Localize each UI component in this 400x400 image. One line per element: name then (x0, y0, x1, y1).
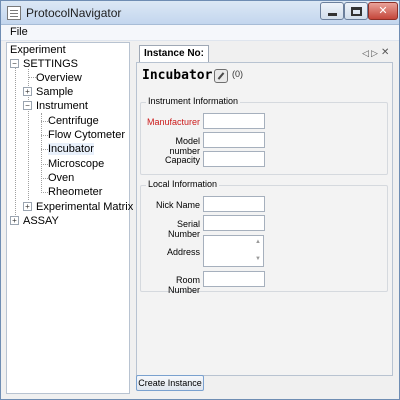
tree-item-rheometer[interactable]: Rheometer (48, 186, 102, 198)
address-label: Address (166, 247, 200, 257)
create-instance-button[interactable]: Create Instance (136, 375, 204, 391)
app-window: ProtocolNavigator ✕ File Experiment − SE… (0, 0, 400, 400)
scroll-up-icon[interactable]: ▲ (255, 239, 261, 245)
tree-connector (41, 149, 48, 150)
local-information-group: Local Information Nick Name Serial Numbe… (140, 179, 388, 295)
tab-close-icon[interactable]: ✕ (381, 47, 389, 58)
tree-item-oven[interactable]: Oven (48, 172, 74, 184)
group-legend: Local Information (146, 179, 220, 189)
tree-item-experimental-matrix[interactable]: Experimental Matrix (36, 201, 133, 213)
close-button[interactable]: ✕ (368, 2, 398, 20)
edit-count: (0) (232, 69, 243, 79)
menu-bar: File (1, 25, 399, 41)
serial-number-field[interactable] (203, 215, 265, 231)
nick-name-label: Nick Name (155, 200, 200, 210)
window-title: ProtocolNavigator (26, 6, 122, 20)
tab-scroll-left-icon[interactable]: ◁ (362, 48, 369, 59)
tree-connector (41, 113, 42, 193)
collapse-icon[interactable]: − (10, 59, 19, 68)
room-number-field[interactable] (203, 271, 265, 287)
detail-panel: Instance No: 1 ◁ ▷ ✕ Incubator (0) Instr… (133, 42, 395, 394)
tree-item-centrifuge[interactable]: Centrifuge (48, 115, 99, 127)
instance-form: Incubator (0) Instrument Information Man… (136, 62, 393, 376)
capacity-field[interactable] (203, 151, 265, 167)
tree-item-overview[interactable]: Overview (36, 72, 82, 84)
tree-connector (41, 178, 48, 179)
close-icon: ✕ (378, 5, 388, 17)
tree-item-settings[interactable]: SETTINGS (23, 58, 78, 70)
manufacturer-label: Manufacturer (146, 117, 200, 127)
model-number-label: Model number (169, 136, 200, 156)
tree-connector (41, 121, 48, 122)
manufacturer-field[interactable] (203, 113, 265, 129)
collapse-icon[interactable]: − (23, 101, 32, 110)
title-bar[interactable]: ProtocolNavigator ✕ (1, 1, 399, 25)
tree-item-flow-cytometer[interactable]: Flow Cytometer (48, 129, 125, 141)
tree-item-experiment[interactable]: Experiment (10, 44, 66, 56)
experiment-tree: Experiment − SETTINGS Overview + Sample … (6, 42, 133, 394)
expand-icon[interactable]: + (23, 202, 32, 211)
expand-icon[interactable]: + (10, 216, 19, 225)
tree-connector (41, 192, 48, 193)
minimize-icon (328, 13, 337, 16)
minimize-button[interactable] (320, 2, 344, 20)
tree-connector (41, 164, 48, 165)
tree-connector (15, 64, 16, 219)
serial-number-label: Serial Number (167, 219, 200, 239)
tree-item-instrument[interactable]: Instrument (36, 100, 88, 112)
tree-connector (28, 77, 36, 78)
expand-icon[interactable]: + (23, 87, 32, 96)
capacity-label: Capacity (164, 155, 200, 165)
tab-instance-1[interactable]: Instance No: 1 (139, 45, 209, 75)
tree-item-sample[interactable]: Sample (36, 86, 73, 98)
menu-file[interactable]: File (10, 26, 28, 38)
tree-item-microscope[interactable]: Microscope (48, 158, 104, 170)
tab-scroll-right-icon[interactable]: ▷ (371, 48, 378, 59)
address-field[interactable]: ▲ ▼ (203, 235, 264, 267)
instrument-information-group: Instrument Information Manufacturer Mode… (140, 96, 388, 175)
scroll-down-icon[interactable]: ▼ (255, 256, 261, 262)
model-number-field[interactable] (203, 132, 265, 148)
instrument-title: Incubator (142, 68, 213, 83)
maximize-icon (351, 7, 362, 16)
maximize-button[interactable] (344, 2, 368, 20)
tree-item-assay[interactable]: ASSAY (23, 215, 59, 227)
tree-connector (41, 135, 48, 136)
app-icon (7, 6, 21, 20)
nick-name-field[interactable] (203, 196, 265, 212)
room-number-label: Room Number (167, 275, 200, 295)
group-legend: Instrument Information (146, 96, 241, 106)
tree-item-incubator[interactable]: Incubator (48, 143, 94, 155)
edit-icon[interactable] (214, 69, 228, 83)
